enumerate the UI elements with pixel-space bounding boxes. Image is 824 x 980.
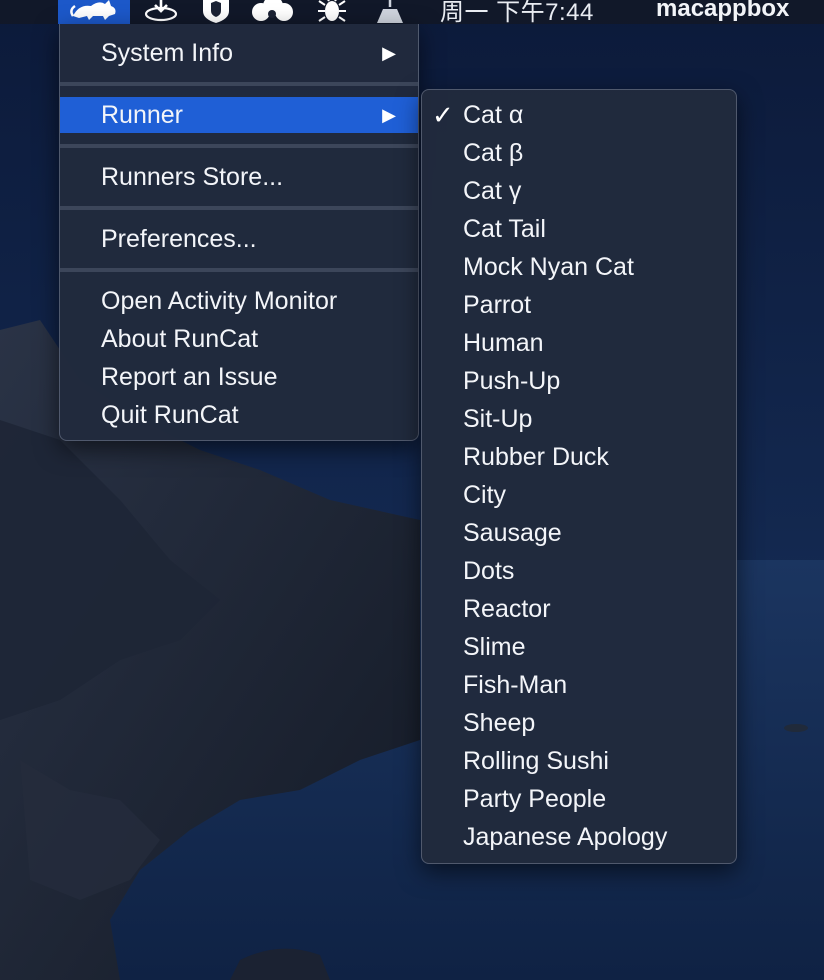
runner-item-label: Rubber Duck xyxy=(463,443,609,471)
runner-item-mock-nyan-cat[interactable]: Mock Nyan Cat xyxy=(422,248,736,286)
runner-item-dots[interactable]: Dots xyxy=(422,552,736,590)
menubar-user-name[interactable]: macappbox xyxy=(656,0,824,24)
menu-item-label: Runners Store... xyxy=(101,163,284,191)
menu-separator xyxy=(60,144,418,148)
shield-icon xyxy=(199,0,233,23)
runner-item-label: City xyxy=(463,481,507,509)
runner-item-label: Cat Tail xyxy=(463,215,546,243)
menu-item-label: Report an Issue xyxy=(101,363,278,391)
runner-item-label: Slime xyxy=(463,633,526,661)
runner-item-label: Party People xyxy=(463,785,607,813)
runner-item-party-people[interactable]: Party People xyxy=(422,780,736,818)
menu-separator xyxy=(60,268,418,272)
menubar-clock[interactable]: 周一 下午7:44 xyxy=(440,0,640,24)
runner-item-label: Mock Nyan Cat xyxy=(463,253,634,281)
cloud-status-item[interactable] xyxy=(248,0,296,24)
runner-item-push-up[interactable]: Push-Up xyxy=(422,362,736,400)
runner-item-label: Dots xyxy=(463,557,515,585)
menu-item-label: Preferences... xyxy=(101,225,257,253)
menu-item-about[interactable]: About RunCat xyxy=(60,321,418,357)
runner-item-label: Sheep xyxy=(463,709,536,737)
runner-item-rolling-sushi[interactable]: Rolling Sushi xyxy=(422,742,736,780)
menu-item-label: System Info xyxy=(101,39,233,67)
menu-item-system-info[interactable]: System Info ▶ xyxy=(60,35,418,71)
broom-icon xyxy=(375,0,405,23)
runner-item-cat-γ[interactable]: Cat γ xyxy=(422,172,736,210)
runner-item-label: Fish-Man xyxy=(463,671,568,699)
menu-item-label: Open Activity Monitor xyxy=(101,287,338,315)
runner-item-label: Human xyxy=(463,329,544,357)
runner-item-rubber-duck[interactable]: Rubber Duck xyxy=(422,438,736,476)
runner-item-label: Cat α xyxy=(463,101,524,129)
runner-item-label: Push-Up xyxy=(463,367,561,395)
runner-item-label: Parrot xyxy=(463,291,532,319)
submenu-arrow-icon: ▶ xyxy=(382,43,396,63)
runner-item-sausage[interactable]: Sausage xyxy=(422,514,736,552)
menu-item-open-activity-monitor[interactable]: Open Activity Monitor xyxy=(60,283,418,319)
menu-item-runner[interactable]: Runner ▶ xyxy=(60,97,418,133)
runner-item-label: Cat γ xyxy=(463,177,522,205)
runner-item-cat-β[interactable]: Cat β xyxy=(422,134,736,172)
menu-item-label: Quit RunCat xyxy=(101,401,239,429)
menu-item-label: Runner xyxy=(101,101,183,129)
runner-item-label: Reactor xyxy=(463,595,551,623)
menu-item-runners-store[interactable]: Runners Store... xyxy=(60,159,418,195)
menu-item-preferences[interactable]: Preferences... xyxy=(60,221,418,257)
runcat-menu: System Info ▶ Runner ▶ Runners Store... … xyxy=(59,24,419,441)
runcat-cat-icon xyxy=(69,0,119,22)
menu-bar: 周一 下午7:44 macappbox xyxy=(0,0,824,24)
menu-item-quit[interactable]: Quit RunCat xyxy=(60,397,418,433)
runner-item-reactor[interactable]: Reactor xyxy=(422,590,736,628)
runner-item-cat-tail[interactable]: Cat Tail xyxy=(422,210,736,248)
runner-item-cat-α[interactable]: ✓ Cat α xyxy=(422,96,736,134)
shield-status-item[interactable] xyxy=(194,0,238,24)
runcat-status-item[interactable] xyxy=(58,0,130,24)
runner-item-slime[interactable]: Slime xyxy=(422,628,736,666)
checkmark-icon: ✓ xyxy=(432,100,454,130)
menu-separator xyxy=(60,206,418,210)
runner-item-sit-up[interactable]: Sit-Up xyxy=(422,400,736,438)
download-drive-icon xyxy=(144,0,178,22)
runner-item-japanese-apology[interactable]: Japanese Apology xyxy=(422,818,736,856)
menu-item-label: About RunCat xyxy=(101,325,259,353)
menu-separator xyxy=(60,82,418,86)
runner-item-label: Rolling Sushi xyxy=(463,747,609,775)
runner-item-city[interactable]: City xyxy=(422,476,736,514)
menu-item-report-issue[interactable]: Report an Issue xyxy=(60,359,418,395)
cockroach-icon xyxy=(317,0,347,23)
download-drive-status-item[interactable] xyxy=(140,0,182,24)
runner-item-fish-man[interactable]: Fish-Man xyxy=(422,666,736,704)
runner-submenu: ✓ Cat α Cat β Cat γ Cat Tail Mock Nyan Cat Par… xyxy=(421,89,737,864)
broom-status-item[interactable] xyxy=(370,0,410,24)
runner-item-parrot[interactable]: Parrot xyxy=(422,286,736,324)
runner-item-label: Cat β xyxy=(463,139,524,167)
runner-item-label: Sausage xyxy=(463,519,562,547)
runner-item-label: Japanese Apology xyxy=(463,823,668,851)
runner-item-label: Sit-Up xyxy=(463,405,533,433)
submenu-arrow-icon: ▶ xyxy=(382,105,396,125)
cockroach-status-item[interactable] xyxy=(312,0,352,24)
cloud-icon xyxy=(249,0,295,22)
runner-item-sheep[interactable]: Sheep xyxy=(422,704,736,742)
runner-item-human[interactable]: Human xyxy=(422,324,736,362)
